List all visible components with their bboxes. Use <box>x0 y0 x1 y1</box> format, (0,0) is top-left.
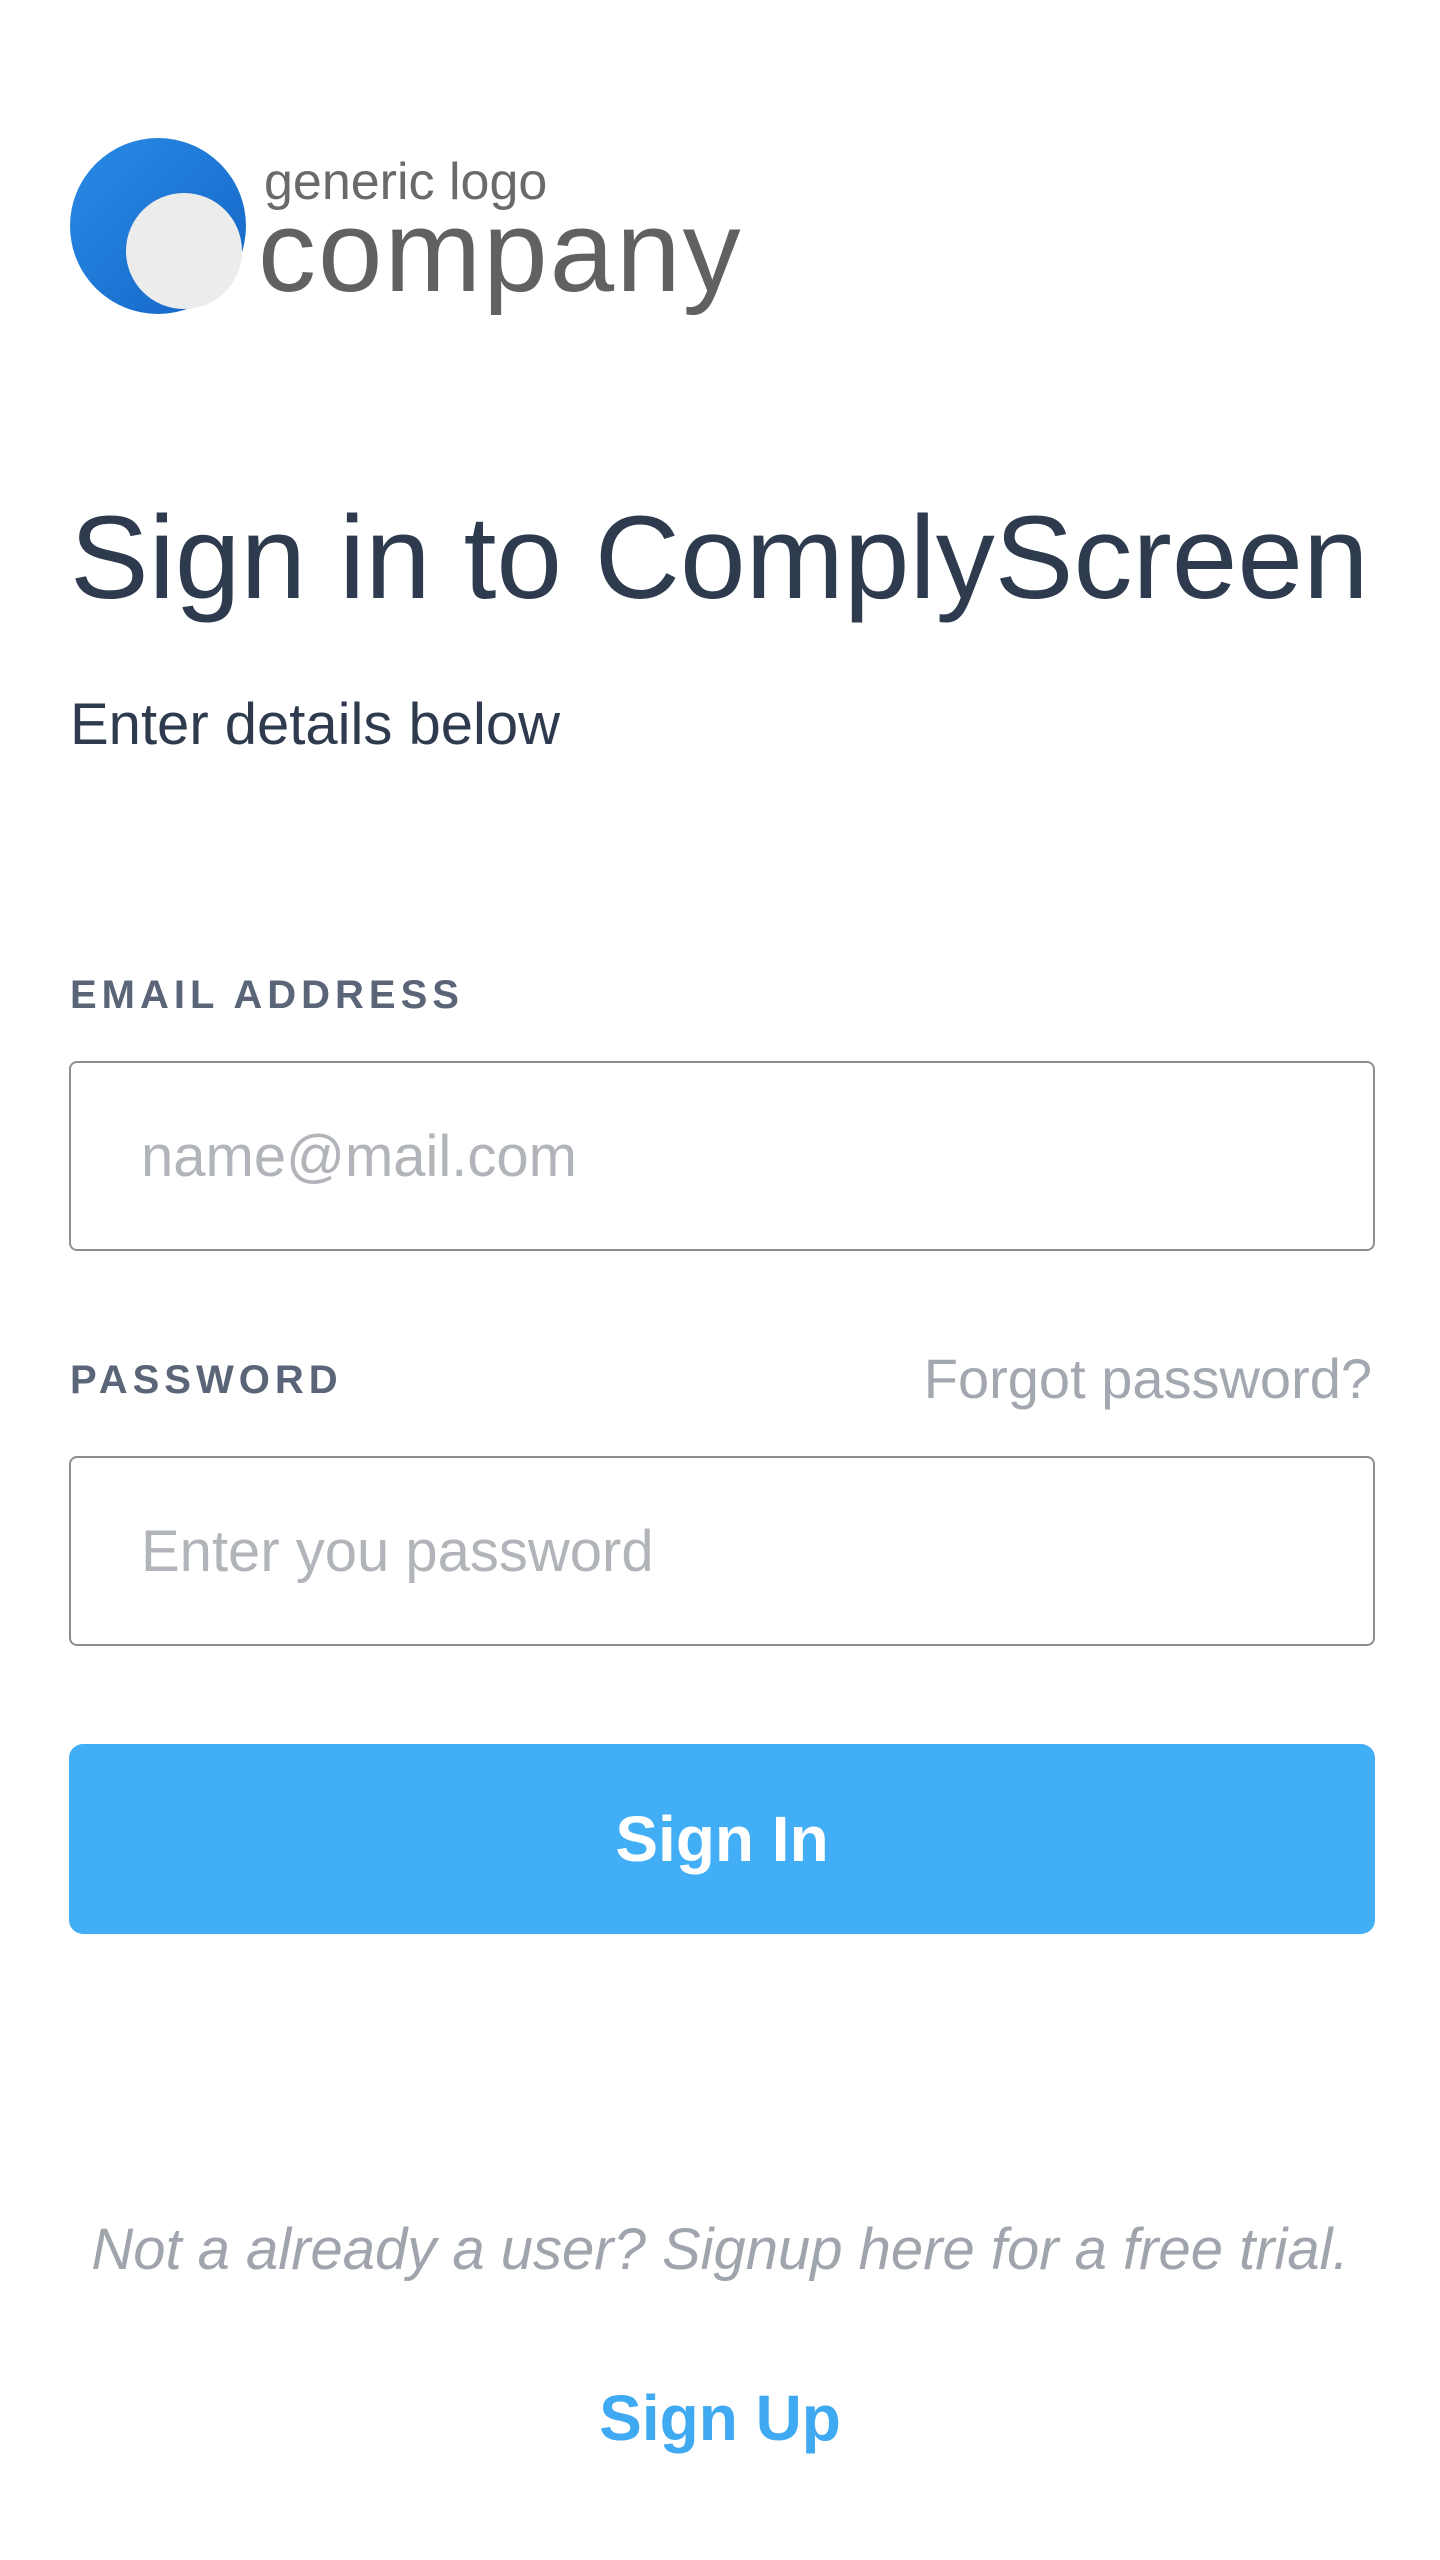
forgot-password-link[interactable]: Forgot password? <box>924 1346 1372 1412</box>
email-label: EMAIL ADDRESS <box>70 973 464 1017</box>
email-field[interactable] <box>69 1061 1375 1251</box>
logo-circle-icon <box>70 138 246 314</box>
password-field[interactable] <box>69 1456 1375 1646</box>
sign-in-button[interactable]: Sign In <box>69 1744 1375 1934</box>
page-subtitle: Enter details below <box>70 692 561 757</box>
company-logo: generic logo company <box>68 134 868 316</box>
trial-prompt-text: Not a already a user? Signup here for a … <box>91 2217 1349 2282</box>
page-title: Sign in to ComplyScreen <box>70 492 1369 624</box>
logo-company-name: company <box>258 186 743 316</box>
sign-in-page: generic logo company Sign in to ComplySc… <box>0 0 1440 2560</box>
sign-up-link[interactable]: Sign Up <box>0 2380 1440 2456</box>
password-label: PASSWORD <box>70 1358 343 1402</box>
